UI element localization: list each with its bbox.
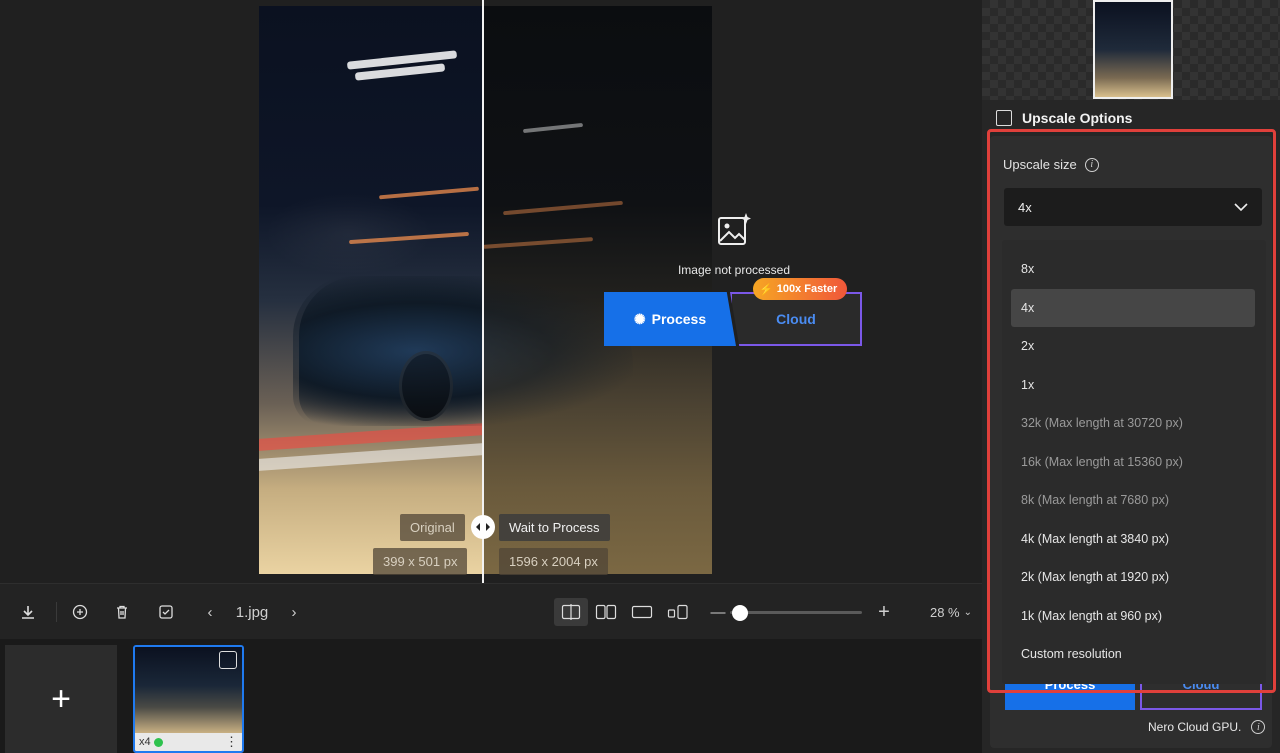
chevron-left-icon: ‹ bbox=[207, 603, 213, 621]
process-button[interactable]: ✺ Process bbox=[604, 292, 736, 346]
zoom-dropdown[interactable]: 28 % ⌄ bbox=[926, 584, 976, 640]
add-image-button[interactable] bbox=[66, 584, 94, 640]
preview-canvas: Original Wait to Process 399 x 501 px 15… bbox=[0, 0, 982, 583]
thumbnail-item[interactable]: x4 ⋮ bbox=[133, 645, 244, 753]
side-by-side-icon bbox=[595, 604, 617, 620]
delete-button[interactable] bbox=[108, 584, 136, 640]
panel-cloud-label: Cloud bbox=[1182, 684, 1220, 692]
thumbnail-checkbox[interactable] bbox=[219, 651, 237, 669]
upscale-options-header: Upscale Options bbox=[996, 110, 1132, 126]
plus-icon: + bbox=[51, 679, 71, 718]
comparison-divider[interactable] bbox=[482, 0, 484, 583]
chevron-down-icon: ⌄ bbox=[963, 606, 973, 618]
cloud-gpu-note: Nero Cloud GPU. i bbox=[1148, 720, 1266, 734]
option-8k[interactable]: 8k (Max length at 7680 px) bbox=[1011, 481, 1255, 519]
zoom-slider-track[interactable] bbox=[730, 611, 862, 614]
select-all-button[interactable] bbox=[152, 584, 180, 640]
cloud-button[interactable]: Cloud bbox=[730, 292, 862, 346]
option-4x[interactable]: 4x bbox=[1011, 289, 1255, 327]
not-processed-text: Image not processed bbox=[677, 263, 791, 277]
processed-image-half bbox=[293, 6, 712, 574]
cloud-button-label: Cloud bbox=[776, 311, 816, 327]
upscale-options-title: Upscale Options bbox=[1022, 110, 1133, 126]
thumbnail-strip: + x4 ⋮ bbox=[0, 639, 982, 753]
split-view-button[interactable] bbox=[554, 598, 588, 626]
lightning-icon: ⚡ bbox=[759, 283, 773, 296]
zoom-value: 28 % bbox=[929, 604, 960, 620]
upscale-size-value: 4x bbox=[1018, 199, 1032, 215]
previous-image-button[interactable]: ‹ bbox=[198, 584, 222, 640]
panel-preview-thumbnail bbox=[1093, 0, 1173, 99]
processed-size-tag: 1596 x 2004 px bbox=[499, 548, 608, 575]
wait-to-process-tag: Wait to Process bbox=[499, 514, 610, 541]
download-icon bbox=[22, 606, 34, 619]
single-view-button[interactable] bbox=[625, 598, 659, 626]
option-32k[interactable]: 32k (Max length at 30720 px) bbox=[1011, 404, 1255, 442]
plus-circle-icon bbox=[72, 604, 88, 620]
upscale-size-select[interactable]: 4x bbox=[1004, 188, 1262, 226]
panel-process-label: Process bbox=[1044, 684, 1096, 692]
image-sparkle-icon bbox=[718, 213, 751, 245]
split-view-icon bbox=[561, 604, 581, 620]
divider-drag-handle[interactable] bbox=[471, 515, 495, 539]
next-image-button[interactable]: › bbox=[282, 584, 306, 640]
process-button-label: Process bbox=[651, 311, 707, 327]
zoom-slider-knob[interactable] bbox=[732, 605, 748, 621]
original-size-tag: 399 x 501 px bbox=[373, 548, 468, 575]
not-processed-notice: Image not processed bbox=[660, 212, 808, 277]
option-8x[interactable]: 8x bbox=[1011, 250, 1255, 288]
zoom-in-button[interactable]: + bbox=[874, 584, 894, 640]
file-name: 1.jpg bbox=[235, 603, 269, 621]
upscale-size-label-row: Upscale size i bbox=[1003, 157, 1099, 172]
option-4k[interactable]: 4k (Max length at 3840 px) bbox=[1011, 520, 1255, 558]
faster-badge-label: 100x Faster bbox=[776, 283, 838, 295]
option-16k[interactable]: 16k (Max length at 15360 px) bbox=[1011, 443, 1255, 481]
info-icon[interactable]: i bbox=[1251, 720, 1266, 734]
option-2x[interactable]: 2x bbox=[1011, 327, 1255, 365]
race-car-dim bbox=[293, 276, 633, 426]
info-icon[interactable]: i bbox=[1084, 157, 1099, 172]
cloud-gpu-text: Nero Cloud GPU. bbox=[1148, 720, 1242, 734]
aperture-icon: ✺ bbox=[633, 310, 646, 327]
bottom-toolbar: ‹ 1.jpg › — + 28 % ⌄ bbox=[0, 583, 982, 639]
panel-preview-area bbox=[982, 0, 1280, 100]
comparison-image bbox=[259, 6, 712, 574]
thumbnail-scale: x4 bbox=[139, 736, 151, 748]
faster-badge: ⚡ 100x Faster bbox=[753, 278, 848, 300]
more-options-icon[interactable]: ⋮ bbox=[225, 734, 238, 750]
panel-cloud-button[interactable]: Cloud bbox=[1140, 684, 1262, 710]
status-dot bbox=[153, 737, 163, 747]
upscale-size-label: Upscale size bbox=[1003, 157, 1077, 172]
trash-icon bbox=[117, 605, 127, 619]
option-1k[interactable]: 1k (Max length at 960 px) bbox=[1011, 597, 1255, 635]
left-right-arrows-icon bbox=[476, 523, 490, 531]
add-image-tile[interactable]: + bbox=[5, 645, 117, 753]
option-2k[interactable]: 2k (Max length at 1920 px) bbox=[1011, 558, 1255, 596]
chevron-right-icon: › bbox=[291, 603, 297, 621]
zoom-out-button[interactable]: — bbox=[708, 584, 728, 640]
single-view-icon bbox=[631, 605, 653, 619]
panel-process-button[interactable]: Process bbox=[1005, 684, 1135, 710]
compare-small-view-button[interactable] bbox=[661, 598, 695, 626]
plus-icon: + bbox=[878, 600, 890, 623]
checkbox-icon bbox=[159, 605, 173, 619]
minus-icon: — bbox=[710, 603, 726, 621]
side-by-side-view-button[interactable] bbox=[589, 598, 623, 626]
upscaler-app: Original Wait to Process 399 x 501 px 15… bbox=[0, 0, 1280, 753]
export-button[interactable] bbox=[14, 584, 42, 640]
option-custom-resolution[interactable]: Custom resolution bbox=[1011, 635, 1255, 673]
upscale-icon bbox=[996, 110, 1012, 126]
option-1x[interactable]: 1x bbox=[1011, 366, 1255, 404]
compare-small-icon bbox=[667, 604, 688, 620]
chevron-down-icon bbox=[1234, 203, 1248, 212]
original-tag: Original bbox=[400, 514, 465, 541]
toolbar-divider bbox=[56, 602, 57, 622]
